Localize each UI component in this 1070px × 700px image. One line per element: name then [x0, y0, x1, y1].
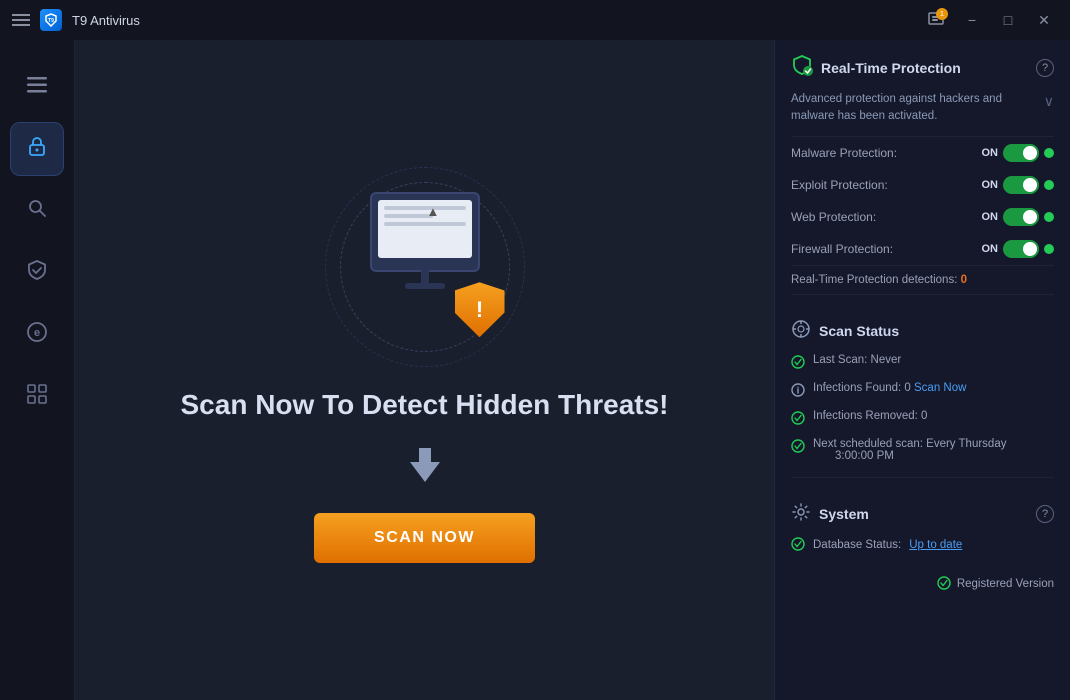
- info-circle-icon: [791, 383, 805, 400]
- scan-status-section: Scan Status Last Scan: Never: [775, 295, 1070, 477]
- scan-status-title-row: Scan Status: [791, 319, 899, 344]
- check-circle-icon-3: [791, 439, 805, 456]
- sidebar: e: [0, 40, 75, 700]
- check-circle-icon-1: [791, 355, 805, 372]
- cursor-icon: ▲: [427, 204, 440, 219]
- system-section-header: System ?: [775, 488, 1070, 532]
- menu-icon: [27, 76, 47, 99]
- arrow-down-icon: [405, 444, 445, 493]
- infections-removed-row: Infections Removed: 0: [775, 405, 1070, 433]
- system-section: System ? Database Status: Up to date: [775, 478, 1070, 564]
- database-status-row: Database Status: Up to date: [775, 532, 1070, 559]
- sidebar-item-privacy[interactable]: e: [10, 308, 64, 362]
- monitor-graphic: ▲: [370, 192, 480, 272]
- detections-row: Real-Time Protection detections: 0: [775, 266, 1070, 294]
- check-circle-icon-4: [791, 537, 805, 554]
- section-title-row: Real-Time Protection: [791, 54, 961, 81]
- content-area: ▲ ! Scan Now To Detect Hidden Threats! S…: [75, 40, 1070, 700]
- search-icon: [27, 198, 47, 224]
- malware-toggle[interactable]: ON: [982, 144, 1055, 162]
- malware-protection-label: Malware Protection:: [791, 146, 897, 160]
- system-help-button[interactable]: ?: [1036, 505, 1054, 523]
- last-scan-row: Last Scan: Never: [775, 349, 1070, 377]
- grid-icon: [27, 384, 47, 410]
- next-scan-row: Next scheduled scan: Every Thursday 3:00…: [775, 433, 1070, 467]
- web-protection-row: Web Protection: ON: [775, 201, 1070, 233]
- notification-button[interactable]: 1: [922, 6, 950, 34]
- title-bar-left: T9 T9 Antivirus: [12, 9, 922, 31]
- center-panel: ▲ ! Scan Now To Detect Hidden Threats! S…: [75, 40, 775, 700]
- sidebar-item-scan[interactable]: [10, 184, 64, 238]
- maximize-button[interactable]: □: [994, 6, 1022, 34]
- svg-text:e: e: [34, 327, 40, 339]
- hamburger-menu-button[interactable]: [12, 14, 30, 26]
- shield-check-icon: [26, 259, 48, 287]
- minimize-button[interactable]: −: [958, 6, 986, 34]
- app-logo: T9: [40, 9, 62, 31]
- scan-status-icon: [791, 319, 811, 344]
- notification-badge: 1: [936, 8, 948, 20]
- system-title: System: [819, 506, 869, 522]
- svg-text:T9: T9: [48, 18, 54, 24]
- system-title-row: System: [791, 502, 869, 527]
- malware-protection-row: Malware Protection: ON: [775, 137, 1070, 169]
- firewall-toggle[interactable]: ON: [982, 240, 1055, 258]
- main-layout: e: [0, 40, 1070, 700]
- scan-status-header: Scan Status: [775, 305, 1070, 349]
- shield-green-icon: [791, 54, 813, 81]
- warning-shield-icon: !: [455, 282, 505, 337]
- exploit-toggle[interactable]: ON: [982, 176, 1055, 194]
- registered-check-icon: [937, 576, 951, 593]
- title-bar-controls: 1 − □ ✕: [922, 6, 1058, 34]
- exploit-protection-label: Exploit Protection:: [791, 178, 888, 192]
- privacy-icon: e: [26, 321, 48, 349]
- system-gear-icon: [791, 502, 811, 527]
- real-time-protection-help-button[interactable]: ?: [1036, 59, 1054, 77]
- database-status-link[interactable]: Up to date: [909, 539, 962, 551]
- exploit-protection-row: Exploit Protection: ON: [775, 169, 1070, 201]
- real-time-protection-header: Real-Time Protection ?: [775, 40, 1070, 91]
- firewall-protection-label: Firewall Protection:: [791, 242, 893, 256]
- right-panel: Real-Time Protection ? ∨ Advanced protec…: [775, 40, 1070, 700]
- infections-scan-now-link[interactable]: Scan Now: [914, 382, 966, 394]
- close-button[interactable]: ✕: [1030, 6, 1058, 34]
- sidebar-item-menu[interactable]: [10, 60, 64, 114]
- scan-now-button[interactable]: SCAN NOW: [314, 513, 535, 563]
- lock-icon: [26, 135, 48, 163]
- title-bar: T9 T9 Antivirus 1 − □ ✕: [0, 0, 1070, 40]
- sidebar-item-apps[interactable]: [10, 370, 64, 424]
- web-protection-label: Web Protection:: [791, 210, 876, 224]
- expand-icon[interactable]: ∨: [1044, 91, 1054, 112]
- sidebar-item-shield[interactable]: [10, 246, 64, 300]
- sidebar-item-protection[interactable]: [10, 122, 64, 176]
- app-title: T9 Antivirus: [72, 13, 140, 28]
- protection-description: ∨ Advanced protection against hackers an…: [775, 91, 1070, 136]
- threat-illustration: ▲ !: [315, 177, 535, 357]
- web-toggle[interactable]: ON: [982, 208, 1055, 226]
- registered-version-row: Registered Version: [775, 564, 1070, 601]
- infections-found-row: Infections Found: 0 Scan Now: [775, 377, 1070, 405]
- firewall-protection-row: Firewall Protection: ON: [775, 233, 1070, 265]
- registered-version-label: Registered Version: [957, 578, 1054, 590]
- scan-headline: Scan Now To Detect Hidden Threats!: [181, 387, 669, 423]
- real-time-protection-title: Real-Time Protection: [821, 60, 961, 76]
- scan-status-title: Scan Status: [819, 323, 899, 339]
- check-circle-icon-2: [791, 411, 805, 428]
